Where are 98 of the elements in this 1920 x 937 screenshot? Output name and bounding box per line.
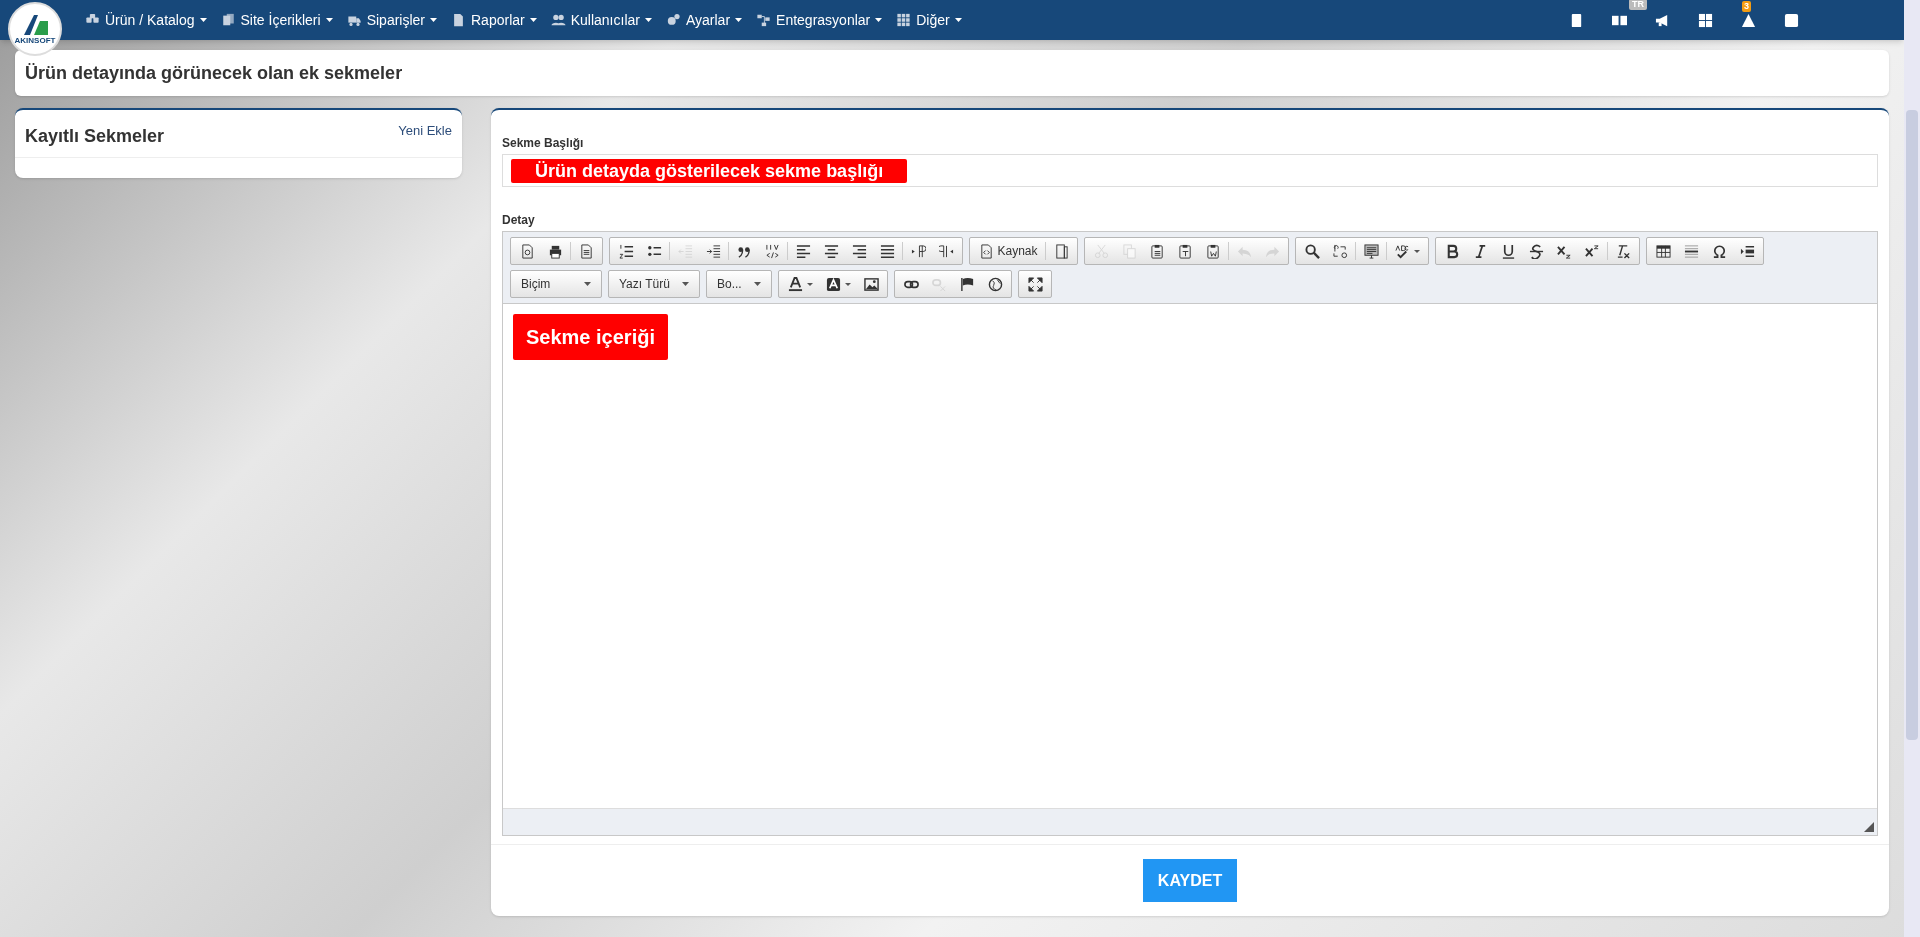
caret-icon bbox=[1413, 249, 1420, 253]
nav-menu-item[interactable]: Entegrasyonlar bbox=[756, 9, 883, 31]
paste-icon bbox=[1205, 243, 1221, 259]
caret-icon bbox=[529, 18, 537, 22]
preview-icon bbox=[519, 243, 535, 259]
title-value: Ürün detayda gösterilecek sekme başlığı bbox=[511, 158, 908, 183]
caret-icon bbox=[430, 18, 437, 22]
nav-menu-item[interactable]: Ayarlar bbox=[665, 9, 743, 31]
field-label: Detay bbox=[502, 212, 536, 229]
content-text: Sekme içeriği bbox=[513, 314, 668, 360]
unlink-icon bbox=[931, 276, 947, 292]
document-icon bbox=[578, 243, 594, 259]
logo-icon[interactable]: AKINSOFT bbox=[8, 2, 62, 56]
subscript-icon bbox=[1556, 243, 1572, 259]
toolbar-separator bbox=[1355, 242, 1357, 260]
page-title: Ürün detayında görünecek olan ek sekmeler bbox=[25, 61, 403, 85]
paste-icon bbox=[1149, 243, 1165, 259]
caret-icon bbox=[754, 282, 761, 286]
justify-icon bbox=[879, 243, 895, 259]
caret-icon bbox=[806, 282, 813, 286]
text-color-icon bbox=[787, 276, 803, 292]
flag-icon bbox=[959, 276, 975, 292]
page-icon bbox=[1053, 243, 1069, 259]
toolbar-separator bbox=[728, 242, 729, 260]
spellcheck-icon bbox=[1394, 243, 1410, 259]
source-button[interactable]: Kaynak bbox=[972, 239, 1045, 263]
paragraph-icon bbox=[938, 243, 954, 259]
print-icon bbox=[547, 243, 563, 259]
warning-icon[interactable] bbox=[1741, 12, 1756, 28]
toolbar-separator bbox=[570, 242, 571, 260]
nav-menu-item[interactable]: Siparişler bbox=[346, 9, 437, 31]
caret-icon bbox=[199, 18, 207, 22]
caret-icon bbox=[954, 18, 962, 22]
align-left-icon bbox=[795, 243, 811, 259]
format-dropdown[interactable]: Yazı Türü bbox=[611, 271, 697, 297]
nav-menu-item[interactable]: Site İçerikleri bbox=[220, 9, 333, 31]
paragraph-icon bbox=[910, 243, 926, 259]
resize-grip-icon[interactable] bbox=[1864, 822, 1874, 832]
scrollbar[interactable] bbox=[1904, 0, 1920, 937]
format-dropdown[interactable]: Biçim bbox=[513, 271, 599, 297]
sitemap-icon bbox=[756, 13, 772, 27]
caret-icon bbox=[875, 18, 883, 22]
nav-menu-item[interactable]: Kullanıcılar bbox=[550, 9, 652, 31]
caret-icon bbox=[644, 18, 652, 22]
toolbar-separator bbox=[902, 242, 903, 260]
align-right-icon bbox=[851, 243, 867, 259]
horizontal-rule-icon bbox=[1683, 243, 1699, 259]
code-icon bbox=[764, 243, 780, 259]
nav-menu-item[interactable]: Diğer bbox=[896, 9, 962, 31]
caret-icon bbox=[735, 18, 743, 22]
caret-icon bbox=[584, 282, 591, 286]
align-center-icon bbox=[823, 243, 839, 259]
search-icon bbox=[1304, 243, 1320, 259]
toolbar-separator bbox=[1607, 242, 1609, 260]
format-dropdown[interactable]: Bo... bbox=[709, 271, 769, 297]
nav-menu-item[interactable]: Raporlar bbox=[451, 9, 537, 31]
toolbar-separator bbox=[669, 242, 670, 260]
omega-icon bbox=[1711, 243, 1727, 259]
globe-icon bbox=[987, 276, 1003, 292]
outdent-icon bbox=[677, 243, 693, 259]
copy-icon bbox=[220, 13, 236, 27]
title-input-field[interactable]: Ürün detayda gösterilecek sekme başlığı bbox=[502, 154, 1878, 187]
underline-icon bbox=[1500, 243, 1516, 259]
toolbar-separator bbox=[1045, 242, 1047, 260]
superscript-icon bbox=[1584, 243, 1600, 259]
logo-text: AKINSOFT bbox=[14, 37, 56, 45]
caret-icon bbox=[325, 18, 333, 22]
fullscreen-icon bbox=[1027, 276, 1043, 292]
image-icon bbox=[863, 276, 879, 292]
report-icon bbox=[451, 13, 466, 27]
strikethrough-icon bbox=[1528, 243, 1544, 259]
page-break-icon bbox=[1739, 243, 1755, 259]
caret-icon bbox=[682, 282, 689, 286]
users-icon bbox=[550, 13, 566, 27]
cut-icon bbox=[1093, 243, 1109, 259]
table-icon bbox=[1655, 243, 1671, 259]
numbered-list-icon bbox=[618, 243, 634, 259]
toolbar-separator bbox=[1228, 242, 1230, 260]
megaphone-icon[interactable] bbox=[1655, 12, 1670, 28]
grid-icon bbox=[896, 13, 912, 27]
clear-format-icon bbox=[1615, 243, 1631, 259]
paste-icon bbox=[1177, 243, 1193, 259]
select-all-icon bbox=[1363, 243, 1379, 259]
bullet-list-icon bbox=[646, 243, 662, 259]
add-new-link[interactable]: Yeni Ekle bbox=[398, 121, 452, 157]
nav-menu-item[interactable]: Ürün / Katalog bbox=[85, 9, 207, 31]
copy-icon bbox=[1121, 243, 1137, 259]
indent-icon bbox=[705, 243, 721, 259]
windows-icon[interactable] bbox=[1698, 12, 1713, 28]
toolbar-separator bbox=[1386, 242, 1388, 260]
toolbar-separator bbox=[787, 242, 788, 260]
notification-badge: TR bbox=[1629, 0, 1647, 10]
notification-badge: 3 bbox=[1742, 0, 1751, 12]
caret-icon bbox=[844, 282, 851, 286]
card-title: Kayıtlı Sekmeler bbox=[25, 125, 165, 148]
background-color-icon bbox=[825, 276, 841, 292]
field-label: Sekme Başlığı bbox=[502, 135, 585, 152]
source-button bbox=[978, 243, 994, 259]
